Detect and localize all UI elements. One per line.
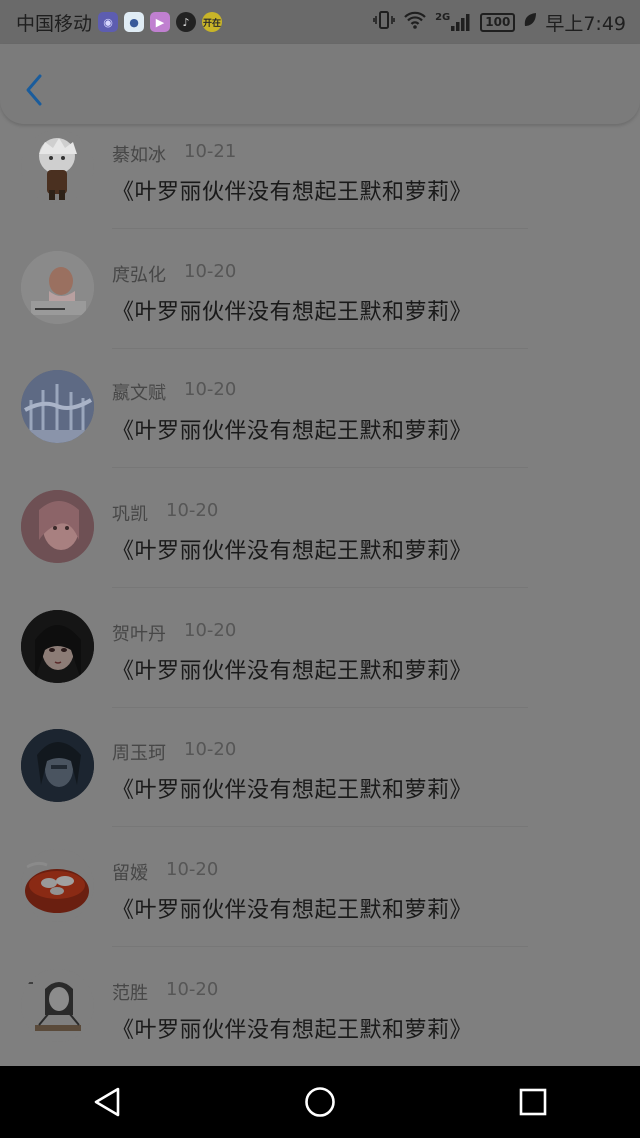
app-icon-play: ▶ — [150, 12, 171, 32]
item-meta: 周玉珂 10-20 — [112, 739, 236, 765]
author-name: 嬴文赋 — [112, 383, 166, 405]
item-title: 《叶罗丽伙伴没有想起王默和萝莉》 — [112, 180, 473, 205]
triangle-back-icon — [94, 1087, 119, 1117]
screen: 中国移动 ◉ ● ▶ ♪ 开在 2G 100 早上7:49 綦如冰 10-21 … — [0, 0, 640, 1138]
back-button[interactable] — [16, 70, 52, 110]
item-meta: 贺叶丹 10-20 — [112, 620, 236, 646]
nav-recents-button[interactable] — [493, 1072, 573, 1132]
nav-home-button[interactable] — [280, 1072, 360, 1132]
avatar-pink-girl — [21, 490, 94, 564]
header-bar — [0, 44, 640, 124]
wifi-icon — [403, 10, 427, 35]
item-date: 10-20 — [184, 260, 237, 282]
item-meta: 嬴文赋 10-20 — [112, 379, 236, 405]
avatar-sketch-girl — [21, 968, 94, 1042]
avatar-winter-trees — [21, 370, 94, 444]
app-icon-circle: ● — [124, 12, 145, 32]
message-list: 綦如冰 10-21 《叶罗丽伙伴没有想起王默和萝莉》 庹弘化 10-20 《叶罗… — [0, 90, 640, 1048]
vibrate-icon — [373, 10, 395, 35]
item-date: 10-20 — [184, 379, 237, 401]
item-meta: 留嫒 10-20 — [112, 859, 218, 885]
square-recents-icon — [520, 1088, 547, 1116]
item-title: 《叶罗丽伙伴没有想起王默和萝莉》 — [112, 1017, 473, 1043]
list-item[interactable]: 周玉珂 10-20 《叶罗丽伙伴没有想起王默和萝莉》 — [0, 688, 640, 828]
avatar-food-bowl — [21, 849, 94, 923]
item-date: 10-20 — [184, 619, 237, 641]
item-date: 10-20 — [166, 859, 219, 881]
item-date: 10-20 — [166, 978, 219, 1000]
item-title: 《叶罗丽伙伴没有想起王默和萝莉》 — [112, 419, 473, 445]
network-type: 2G — [435, 12, 451, 23]
item-title: 《叶罗丽伙伴没有想起王默和萝莉》 — [112, 539, 473, 565]
clock-label: 早上7:49 — [545, 12, 626, 35]
author-name: 贺叶丹 — [112, 623, 166, 645]
list-item[interactable]: 巩凯 10-20 《叶罗丽伙伴没有想起王默和萝莉》 — [0, 449, 640, 589]
status-bar: 中国移动 ◉ ● ▶ ♪ 开在 2G 100 早上7:49 — [0, 0, 640, 44]
system-nav-bar — [0, 1066, 640, 1138]
chevron-left-icon — [26, 74, 42, 106]
battery-icon: 100 — [480, 12, 516, 32]
item-title: 《叶罗丽伙伴没有想起王默和萝莉》 — [112, 658, 473, 684]
carrier-label: 中国移动 — [16, 12, 93, 35]
signal-icon: 2G — [435, 12, 472, 32]
nav-back-button[interactable] — [67, 1072, 147, 1132]
avatar-girl-snow — [21, 250, 94, 324]
circle-home-icon — [305, 1087, 335, 1117]
item-date: 10-20 — [166, 500, 219, 522]
item-meta: 庹弘化 10-20 — [112, 261, 236, 287]
status-right: 2G 100 早上7:49 — [373, 9, 626, 36]
list-item[interactable]: 范胜 10-20 《叶罗丽伙伴没有想起王默和萝莉》 — [0, 928, 640, 1048]
list-item[interactable]: 嬴文赋 10-20 《叶罗丽伙伴没有想起王默和萝莉》 — [0, 329, 640, 469]
item-title: 《叶罗丽伙伴没有想起王默和萝莉》 — [112, 299, 473, 325]
avatar-anime-girl — [21, 609, 94, 683]
item-date: 10-20 — [184, 739, 237, 761]
author-name: 庹弘化 — [112, 264, 166, 286]
list-item[interactable]: 贺叶丹 10-20 《叶罗丽伙伴没有想起王默和萝莉》 — [0, 569, 640, 708]
leaf-icon — [523, 11, 537, 33]
item-date: 10-21 — [184, 141, 237, 162]
author-name: 范胜 — [112, 982, 148, 1004]
avatar-dark-portrait — [21, 729, 94, 803]
item-meta: 巩凯 10-20 — [112, 500, 218, 526]
status-left: 中国移动 ◉ ● ▶ ♪ 开在 — [16, 9, 223, 36]
author-name: 留嫒 — [112, 863, 148, 885]
item-title: 《叶罗丽伙伴没有想起王默和萝莉》 — [112, 778, 473, 804]
author-name: 巩凯 — [112, 504, 148, 526]
item-meta: 范胜 10-20 — [112, 979, 218, 1005]
app-icon-yellow: 开在 — [202, 12, 223, 32]
author-name: 周玉珂 — [112, 743, 166, 765]
item-title: 《叶罗丽伙伴没有想起王默和萝莉》 — [112, 898, 473, 924]
item-meta: 綦如冰 10-21 — [112, 141, 236, 167]
avatar-chibi — [21, 130, 94, 203]
tiktok-icon: ♪ — [176, 12, 197, 32]
list-item[interactable]: 留嫒 10-20 《叶罗丽伙伴没有想起王默和萝莉》 — [0, 808, 640, 948]
list-item[interactable]: 庹弘化 10-20 《叶罗丽伙伴没有想起王默和萝莉》 — [0, 210, 640, 349]
app-icon-swirl: ◉ — [98, 12, 119, 32]
author-name: 綦如冰 — [112, 145, 166, 166]
